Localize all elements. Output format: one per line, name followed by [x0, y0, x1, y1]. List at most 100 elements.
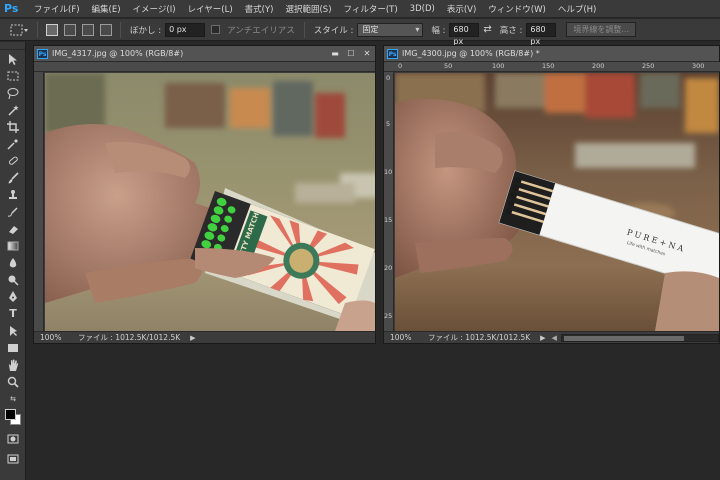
- subtract-from-selection-button[interactable]: [82, 23, 94, 36]
- eraser-tool-icon[interactable]: [0, 220, 26, 237]
- marquee-preset-icon: [10, 24, 28, 35]
- tool-preset-picker[interactable]: [6, 21, 32, 39]
- ruler-tick: 50: [444, 62, 453, 70]
- document-canvas[interactable]: SAFETY MATCH: [45, 73, 375, 331]
- ruler-tick: 250: [642, 62, 655, 70]
- document-window-1: Ps IMG_4317.jpg @ 100% (RGB/8#) ▬ ☐ ✕ SA…: [33, 45, 376, 344]
- swap-dimensions-icon[interactable]: ⇄: [483, 24, 491, 35]
- ruler-horizontal[interactable]: [34, 62, 375, 72]
- crop-tool-icon[interactable]: [0, 118, 26, 135]
- ruler-tick: 25: [384, 312, 393, 320]
- feather-label: ぼかし :: [130, 25, 162, 36]
- type-tool-icon[interactable]: T: [0, 305, 26, 322]
- toolbox-grip[interactable]: [0, 42, 25, 50]
- clone-stamp-tool-icon[interactable]: [0, 186, 26, 203]
- ruler-vertical[interactable]: 0 5 10 15 20 25: [384, 72, 394, 331]
- maximize-icon[interactable]: ☐: [343, 49, 359, 58]
- zoom-tool-icon[interactable]: [0, 373, 26, 390]
- menu-bar: Ps ファイル(F) 編集(E) イメージ(I) レイヤー(L) 書式(Y) 選…: [0, 0, 720, 18]
- history-brush-tool-icon[interactable]: [0, 203, 26, 220]
- document-status-bar: 100% ファイル : 1012.5K/1012.5K ▶: [34, 331, 375, 343]
- zoom-level[interactable]: 100%: [384, 333, 424, 342]
- style-label: スタイル :: [313, 25, 354, 36]
- document-status-bar: 100% ファイル : 1012.5K/1012.5K ▶ ◀: [384, 331, 719, 343]
- photo-hand-white-matchbox: P U R E + N A Life with matches: [395, 73, 719, 331]
- document-title: IMG_4317.jpg @ 100% (RGB/8#): [52, 49, 184, 58]
- height-label: 高さ :: [499, 25, 523, 36]
- separator: [303, 21, 305, 38]
- menu-help[interactable]: ヘルプ(H): [552, 3, 603, 15]
- antialias-label: アンチエイリアス: [227, 25, 295, 36]
- menu-type[interactable]: 書式(Y): [239, 3, 280, 15]
- ruler-tick: 20: [384, 264, 393, 272]
- width-input[interactable]: 680 px: [449, 22, 480, 46]
- ruler-tick: 15: [384, 216, 393, 224]
- menu-filter[interactable]: フィルター(T): [338, 3, 404, 15]
- file-size-info: ファイル : 1012.5K/1012.5K: [428, 333, 531, 342]
- ruler-tick: 100: [492, 62, 505, 70]
- menu-edit[interactable]: 編集(E): [86, 3, 127, 15]
- ruler-tick: 0: [398, 62, 403, 70]
- menu-file[interactable]: ファイル(F): [28, 3, 86, 15]
- foreground-color-swatch[interactable]: [5, 409, 16, 420]
- scrollbar-thumb[interactable]: [563, 335, 684, 341]
- ruler-vertical[interactable]: [34, 72, 44, 331]
- status-menu-arrow-icon[interactable]: ▶: [540, 334, 545, 342]
- style-select[interactable]: 固定: [357, 22, 424, 37]
- rectangle-tool-icon[interactable]: [0, 339, 26, 356]
- document-title-bar[interactable]: Ps IMG_4317.jpg @ 100% (RGB/8#) ▬ ☐ ✕: [34, 46, 375, 62]
- antialias-checkbox[interactable]: [211, 25, 221, 34]
- hand-tool-icon[interactable]: [0, 356, 26, 373]
- document-canvas[interactable]: P U R E + N A Life with matches: [395, 73, 719, 331]
- height-input[interactable]: 680 px: [526, 22, 557, 46]
- feather-input[interactable]: 0 px: [165, 22, 206, 37]
- ruler-tick: 5: [386, 120, 391, 128]
- brush-tool-icon[interactable]: [0, 169, 26, 186]
- menu-view[interactable]: 表示(V): [441, 3, 482, 15]
- menu-select[interactable]: 選択範囲(S): [279, 3, 337, 15]
- screen-mode-icon[interactable]: [0, 450, 26, 467]
- separator: [120, 21, 121, 38]
- separator: [37, 21, 38, 38]
- path-selection-tool-icon[interactable]: [0, 322, 26, 339]
- close-icon[interactable]: ✕: [359, 49, 375, 58]
- new-selection-button[interactable]: [46, 23, 58, 36]
- swap-colors-icon[interactable]: ⇆: [0, 390, 26, 407]
- intersect-selection-button[interactable]: [100, 23, 112, 36]
- ps-document-icon: Ps: [387, 48, 398, 59]
- dodge-tool-icon[interactable]: [0, 271, 26, 288]
- eyedropper-tool-icon[interactable]: [0, 135, 26, 152]
- options-bar: ぼかし : 0 px アンチエイリアス スタイル : 固定 幅 : 680 px…: [0, 19, 720, 46]
- healing-brush-tool-icon[interactable]: [0, 152, 26, 169]
- ps-document-icon: Ps: [37, 48, 48, 59]
- ruler-tick: 10: [384, 168, 393, 176]
- lasso-tool-icon[interactable]: [0, 84, 26, 101]
- ruler-tick: 150: [542, 62, 555, 70]
- minimize-icon[interactable]: ▬: [327, 49, 343, 58]
- zoom-level[interactable]: 100%: [34, 333, 74, 342]
- ruler-tick: 300: [692, 62, 705, 70]
- horizontal-scrollbar[interactable]: [560, 333, 719, 342]
- photo-hand-matchbox: SAFETY MATCH: [45, 73, 375, 331]
- magic-wand-tool-icon[interactable]: [0, 101, 26, 118]
- move-tool-icon[interactable]: [0, 50, 26, 67]
- menu-layer[interactable]: レイヤー(L): [182, 3, 239, 15]
- status-menu-arrow-icon[interactable]: ▶: [190, 334, 195, 342]
- scroll-left-arrow-icon[interactable]: ◀: [552, 334, 557, 342]
- pen-tool-icon[interactable]: [0, 288, 26, 305]
- ruler-tick: 200: [592, 62, 605, 70]
- marquee-tool-icon[interactable]: [0, 67, 26, 84]
- add-to-selection-button[interactable]: [64, 23, 76, 36]
- document-title-bar[interactable]: Ps IMG_4300.jpg @ 100% (RGB/8#) *: [384, 46, 719, 62]
- menu-image[interactable]: イメージ(I): [127, 3, 182, 15]
- ruler-tick: 0: [386, 74, 391, 82]
- ruler-horizontal[interactable]: 0 50 100 150 200 250 300: [384, 62, 720, 72]
- menu-3d[interactable]: 3D(D): [404, 4, 441, 14]
- refine-edge-button[interactable]: 境界線を調整...: [566, 22, 637, 37]
- menu-window[interactable]: ウィンドウ(W): [482, 3, 552, 15]
- gradient-tool-icon[interactable]: [0, 237, 26, 254]
- toolbox: T ⇆: [0, 42, 26, 480]
- blur-tool-icon[interactable]: [0, 254, 26, 271]
- document-window-2: Ps IMG_4300.jpg @ 100% (RGB/8#) * 0 50 1…: [383, 45, 720, 344]
- quick-mask-icon[interactable]: [0, 430, 26, 447]
